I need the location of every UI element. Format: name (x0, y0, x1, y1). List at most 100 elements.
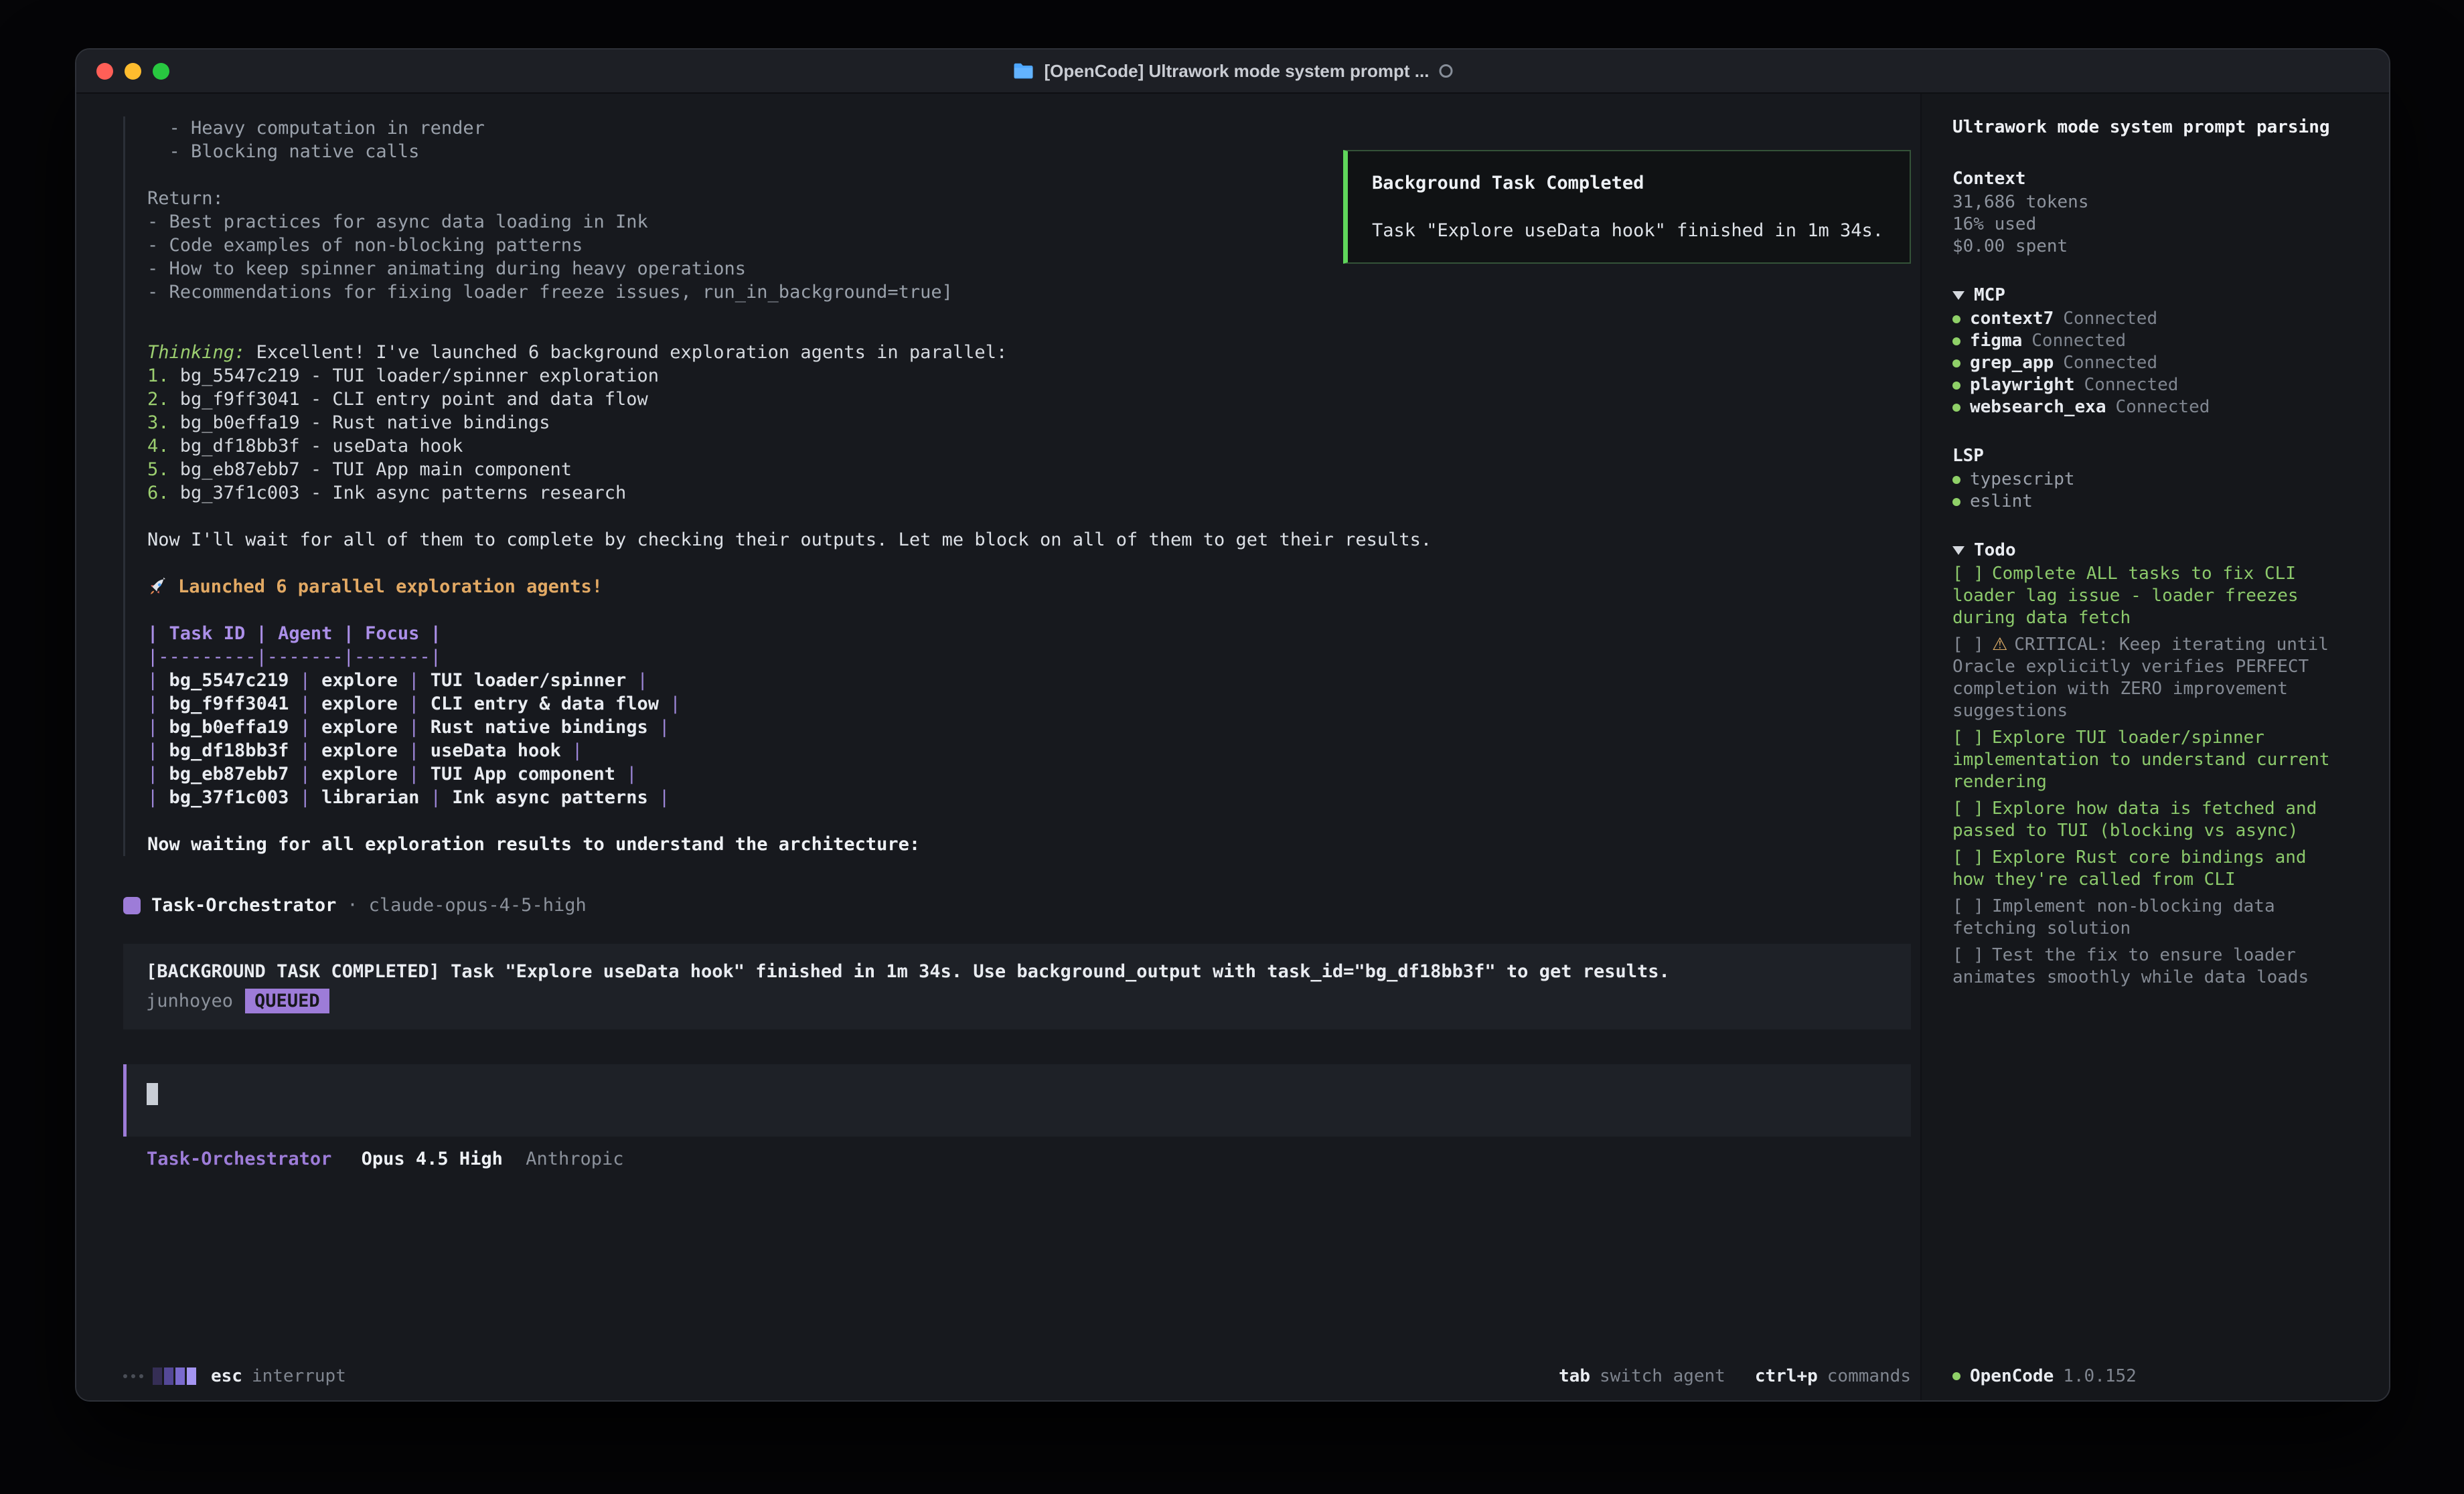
toast-body: Task "Explore useData hook" finished in … (1372, 219, 1885, 242)
minimize-button[interactable] (125, 63, 141, 80)
thinking-text: Excellent! I've launched 6 background ex… (256, 342, 1008, 363)
agents-table: | Task ID | Agent | Focus | |---------|-… (147, 622, 1911, 809)
todo-list: [ ]Complete ALL tasks to fix CLI loader … (1952, 563, 2346, 989)
ctrlp-key-label: ctrl+p (1755, 1366, 1818, 1386)
input-agent-name[interactable]: Task-Orchestrator (147, 1149, 331, 1169)
agent-list-item: 4. bg_df18bb3f - useData hook (147, 434, 1911, 458)
mcp-item: grep_app Connected (1952, 352, 2370, 374)
sidebar: Ultrawork mode system prompt parsing Con… (1920, 94, 2389, 1400)
agent-list-item: 3. bg_b0effa19 - Rust native bindings (147, 411, 1911, 434)
mcp-status: Connected (2063, 352, 2157, 374)
todo-checkbox: [ ] (1952, 896, 1984, 916)
progress-blocks-icon (153, 1367, 196, 1385)
context-heading: Context (1952, 168, 2370, 190)
mcp-name: playwright (1970, 374, 2075, 396)
app-version: 1.0.152 (2063, 1365, 2137, 1388)
lsp-heading: LSP (1952, 445, 2370, 467)
titlebar[interactable]: [OpenCode] Ultrawork mode system prompt … (76, 50, 2389, 94)
status-dot-icon (1952, 404, 1960, 412)
lsp-item: eslint (1952, 491, 2370, 513)
mcp-status: Connected (2116, 396, 2210, 418)
mcp-status: Connected (2031, 330, 2126, 352)
context-stat: $0.00 spent (1952, 236, 2370, 258)
agent-list-item: 2. bg_f9ff3041 - CLI entry point and dat… (147, 388, 1911, 411)
context-section: Context 31,686 tokens16% used$0.00 spent (1952, 168, 2370, 258)
mcp-name: context7 (1970, 308, 2054, 330)
status-dot-icon (1952, 382, 1960, 390)
window-controls (96, 63, 169, 80)
input-model-name[interactable]: Opus 4.5 High (362, 1149, 503, 1169)
table-row: | bg_37f1c003 | librarian | Ink async pa… (147, 786, 1911, 809)
triangle-down-icon (1952, 291, 1965, 300)
todo-text: Complete ALL tasks to fix CLI loader lag… (1952, 564, 2299, 628)
conversation-scroll[interactable]: - Heavy computation in render - Blocking… (123, 94, 1911, 1352)
agent-list-item: 6. bg_37f1c003 - Ink async patterns rese… (147, 481, 1911, 505)
text-line: - Recommendations for fixing loader free… (147, 280, 1911, 304)
spinner-dots-icon (123, 1374, 143, 1378)
context-stat: 16% used (1952, 214, 2370, 236)
text-line: - Heavy computation in render (147, 116, 1911, 140)
todo-section: Todo [ ]Complete ALL tasks to fix CLI lo… (1952, 540, 2370, 993)
architecture-paragraph: Now waiting for all exploration results … (147, 833, 1911, 856)
app-window: [OpenCode] Ultrawork mode system prompt … (75, 48, 2390, 1402)
close-button[interactable] (96, 63, 113, 80)
context-stat: 31,686 tokens (1952, 191, 2370, 214)
esc-action-label: interrupt (252, 1366, 346, 1386)
prompt-input[interactable] (123, 1064, 1911, 1137)
todo-item: [ ]Test the fix to ensure loader animate… (1952, 944, 2346, 989)
warning-icon: ⚠ (1992, 635, 2007, 655)
thinking-line: Thinking: Excellent! I've launched 6 bac… (147, 341, 1911, 364)
terminal-pane: - Heavy computation in render - Blocking… (76, 94, 1920, 1400)
status-dot-icon (1952, 337, 1960, 345)
esc-key-label: esc (211, 1366, 242, 1386)
notice-user: junhoyeo (146, 989, 233, 1013)
tab-key-label: tab (1559, 1366, 1590, 1386)
agent-model: claude-opus-4-5-high (369, 894, 587, 917)
app-version-footer: OpenCode 1.0.152 (1952, 1352, 2370, 1400)
status-dot-icon (1952, 315, 1960, 323)
context-stats: 31,686 tokens16% used$0.00 spent (1952, 191, 2370, 258)
todo-item: [ ] ⚠CRITICAL: Keep iterating until Oracl… (1952, 634, 2346, 722)
status-dot-icon (1952, 1372, 1960, 1380)
mcp-item: websearch_exa Connected (1952, 396, 2370, 418)
todo-heading[interactable]: Todo (1952, 540, 2370, 562)
mcp-name: figma (1970, 330, 2022, 352)
mcp-heading-label: MCP (1974, 284, 2005, 307)
title-circle-icon (1439, 64, 1452, 78)
hint-interrupt: esc interrupt (211, 1366, 346, 1386)
zoom-button[interactable] (153, 63, 169, 80)
system-notice-meta: junhoyeo QUEUED (146, 989, 1888, 1013)
status-dot-icon (1952, 476, 1960, 484)
lsp-name: typescript (1970, 469, 2075, 491)
app-name: OpenCode (1970, 1365, 2054, 1388)
folder-icon (1013, 62, 1034, 80)
todo-item: [ ]Explore how data is fetched and passe… (1952, 798, 2346, 842)
todo-checkbox: [ ] (1952, 799, 1984, 819)
todo-heading-label: Todo (1974, 540, 2016, 562)
status-bar: esc interrupt tabswitch agent ctrl+p comma… (123, 1352, 1911, 1400)
mcp-status: Connected (2063, 308, 2157, 330)
todo-text: Test the fix to ensure loader animates s… (1952, 945, 2309, 987)
lsp-list: typescript eslint (1952, 469, 2370, 513)
todo-text: CRITICAL: Keep iterating until Oracle ex… (1952, 635, 2329, 721)
hint-switch-agent: tabswitch agent (1559, 1366, 1725, 1386)
todo-checkbox: [ ] (1952, 847, 1984, 867)
todo-checkbox: [ ] (1952, 728, 1984, 748)
mcp-name: websearch_exa (1970, 396, 2106, 418)
window-title-group: [OpenCode] Ultrawork mode system prompt … (1013, 61, 1453, 82)
agent-list-item: 1. bg_5547c219 - TUI loader/spinner expl… (147, 364, 1911, 388)
lsp-item: typescript (1952, 469, 2370, 491)
ctrlp-action-label: commands (1827, 1366, 1911, 1386)
table-header-row: | Task ID | Agent | Focus | (147, 622, 1911, 645)
mcp-heading[interactable]: MCP (1952, 284, 2370, 307)
agent-square-icon (123, 897, 141, 914)
mcp-list: context7 Connected figma Connected grep_ (1952, 308, 2370, 418)
todo-checkbox: [ ] (1952, 635, 1984, 655)
todo-text: Explore TUI loader/spinner implementatio… (1952, 728, 2330, 792)
background-task-toast[interactable]: Background Task Completed Task "Explore … (1343, 150, 1911, 264)
todo-item: [ ]Explore Rust core bindings and how th… (1952, 847, 2346, 891)
agent-list-item: 5. bg_eb87ebb7 - TUI App main component (147, 458, 1911, 481)
agent-name: Task-Orchestrator (151, 894, 336, 917)
text-cursor (147, 1083, 158, 1105)
todo-checkbox: [ ] (1952, 564, 1984, 584)
